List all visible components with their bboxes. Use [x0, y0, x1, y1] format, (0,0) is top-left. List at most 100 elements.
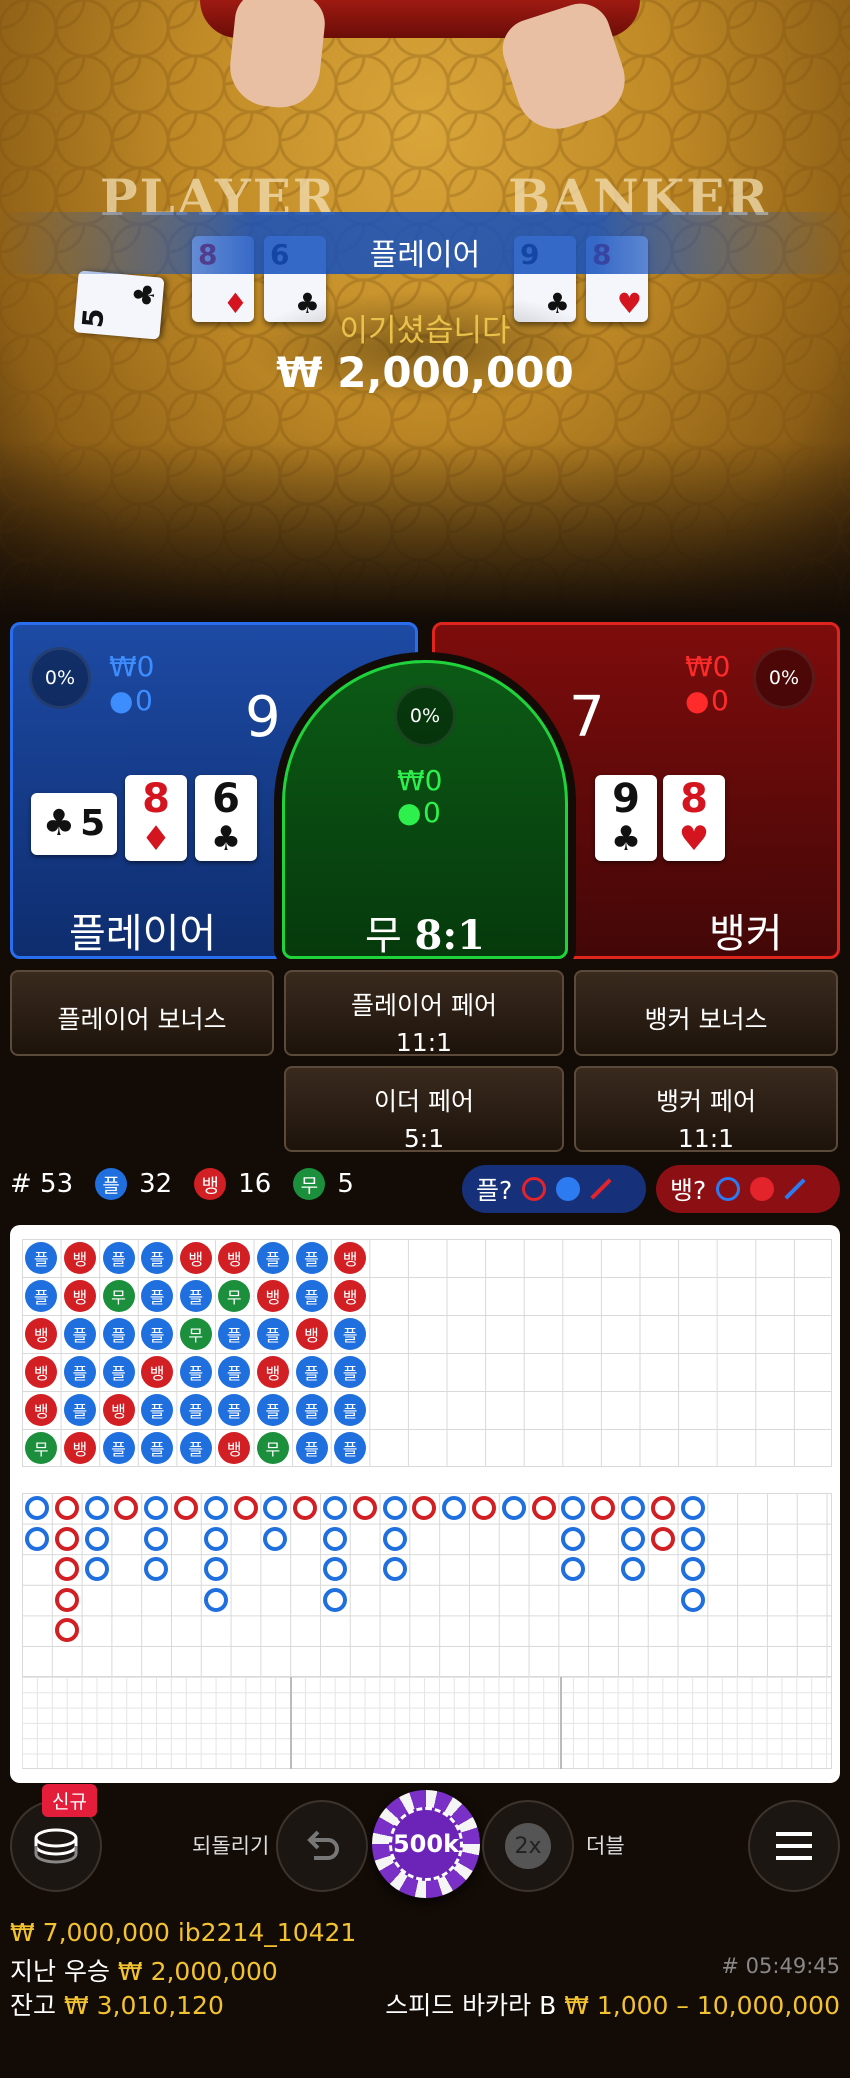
round-number: # 53: [10, 1169, 74, 1199]
banker-bonus-button[interactable]: 뱅커 보너스: [574, 970, 838, 1056]
winner-title: 플레이어: [369, 238, 481, 273]
big-road-result: [621, 1557, 645, 1582]
bead-road-result: 플: [179, 1356, 212, 1388]
bead-road-result: 플: [334, 1318, 367, 1350]
big-road-result: [203, 1496, 228, 1520]
blue-ring-icon: [716, 1177, 741, 1201]
big-road-result: [561, 1526, 586, 1551]
bead-road-result: 플: [179, 1432, 212, 1464]
bead-road-result: 플: [102, 1356, 135, 1388]
banker-win-count: 16: [238, 1169, 272, 1199]
double-button[interactable]: 2x: [482, 1800, 574, 1892]
big-road-result: [323, 1557, 347, 1582]
chip-value: 500k: [389, 1807, 463, 1881]
bead-road-result: 뱅: [179, 1242, 212, 1274]
bead-road-result: 플: [102, 1318, 135, 1350]
big-road-result: [650, 1496, 675, 1520]
big-road-result: [203, 1557, 228, 1582]
undo-button[interactable]: [276, 1800, 368, 1892]
bead-road-result: 플: [256, 1242, 289, 1274]
big-road-result: [382, 1496, 407, 1520]
tie-bet-spot[interactable]: 0% ₩0 ●0 무 8:1: [282, 660, 568, 959]
win-amount: ₩ 2,000,000: [276, 348, 574, 397]
bead-road-result: 뱅: [256, 1280, 289, 1312]
tie-bet-percentage: 0%: [394, 685, 456, 747]
derived-roads: [22, 1677, 832, 1769]
player-bettor-count: ●0: [109, 684, 153, 717]
big-road-result: [650, 1526, 675, 1551]
big-road-result: [25, 1496, 49, 1520]
road-divider: [290, 1677, 292, 1769]
bead-road-result: 무: [218, 1280, 251, 1312]
new-badge: 신규: [42, 1784, 97, 1817]
bead-road-result: 플: [179, 1280, 212, 1312]
bead-road-result: 플: [256, 1318, 289, 1350]
either-pair-button[interactable]: 이더 페어 5:1: [284, 1066, 564, 1153]
tie-bettor-count: ●0: [397, 796, 441, 829]
big-road-result: [263, 1526, 288, 1551]
big-road-result: [352, 1496, 377, 1520]
table-info[interactable]: 스피드 바카라 B ₩ 1,000 – 10,000,000: [385, 1986, 840, 2022]
tie-stat-icon: 무: [293, 1168, 326, 1200]
banker-pair-button[interactable]: 뱅커 페어 11:1: [574, 1066, 838, 1153]
bead-road-result: 뱅: [141, 1356, 174, 1388]
person-icon: ●: [109, 684, 134, 717]
big-road-result: [54, 1526, 79, 1551]
player-label: 플레이어: [69, 911, 217, 957]
big-road-result: [323, 1496, 347, 1520]
undo-icon: [307, 1830, 339, 1860]
bead-road-result: 플: [141, 1318, 174, 1350]
banker-bettor-count: ●0: [685, 684, 729, 717]
big-road-result: [54, 1496, 79, 1520]
player-ask-button[interactable]: 플?: [462, 1165, 646, 1213]
dealer-left-hand: [226, 0, 328, 112]
bead-road-result: 플: [218, 1318, 251, 1350]
big-road-result: [263, 1496, 288, 1520]
player-card: 8 ♦: [125, 775, 187, 861]
bead-road-result: 무: [25, 1432, 58, 1464]
big-road-result: [323, 1526, 347, 1551]
big-road-result: [25, 1526, 49, 1551]
big-road-result: [54, 1587, 79, 1612]
bead-road-result: 뱅: [25, 1356, 58, 1388]
big-road-result: [412, 1496, 437, 1520]
bead-road-result: 뱅: [218, 1242, 251, 1274]
roadmap-panel[interactable]: 플플뱅뱅뱅무뱅뱅플플플뱅플무플플뱅플플플플뱅플플뱅플무플플플뱅무플플플뱅플뱅플뱅…: [10, 1225, 840, 1783]
bead-road-result: 무: [256, 1432, 289, 1464]
bead-road-result: 플: [218, 1394, 251, 1426]
big-road-result: [561, 1557, 586, 1582]
bead-road-result: 플: [295, 1394, 328, 1426]
bead-road-result: 플: [63, 1394, 96, 1426]
last-win: 지난 우승 ₩ 2,000,000: [10, 1957, 278, 1986]
chip-stack-icon: [34, 1828, 78, 1864]
big-road-result: [680, 1496, 705, 1520]
banker-ask-button[interactable]: 뱅?: [656, 1165, 840, 1213]
red-slash-icon: [590, 1178, 612, 1200]
big-road: [22, 1493, 832, 1677]
road-divider: [560, 1677, 562, 1769]
menu-button[interactable]: [748, 1800, 840, 1892]
hamburger-menu-icon: [776, 1832, 812, 1860]
bead-road-result: 플: [295, 1242, 328, 1274]
bead-road-result: 뱅: [102, 1394, 135, 1426]
chip-selector[interactable]: 500k: [372, 1790, 480, 1898]
big-road-result: [531, 1496, 556, 1520]
bead-road-result: 무: [102, 1280, 135, 1312]
player-bonus-button[interactable]: 플레이어 보너스: [10, 970, 274, 1056]
player-pair-button[interactable]: 플레이어 페어 11:1: [284, 970, 564, 1057]
big-road-result: [561, 1496, 586, 1520]
big-road-result: [680, 1557, 705, 1582]
bead-road-result: 뱅: [25, 1394, 58, 1426]
bead-road-result: 플: [295, 1280, 328, 1312]
double-icon: 2x: [505, 1823, 551, 1869]
big-road-result: [680, 1587, 705, 1612]
big-road-result: [84, 1557, 109, 1582]
bead-road-result: 플: [102, 1242, 135, 1274]
banker-score: 7: [569, 685, 605, 750]
big-road-result: [621, 1526, 645, 1551]
bead-road-result: 뱅: [256, 1356, 289, 1388]
big-road-result: [174, 1496, 198, 1520]
bead-road-result: 플: [25, 1242, 58, 1274]
tie-total-amount: ₩0: [397, 764, 443, 797]
big-road-result: [680, 1526, 705, 1551]
